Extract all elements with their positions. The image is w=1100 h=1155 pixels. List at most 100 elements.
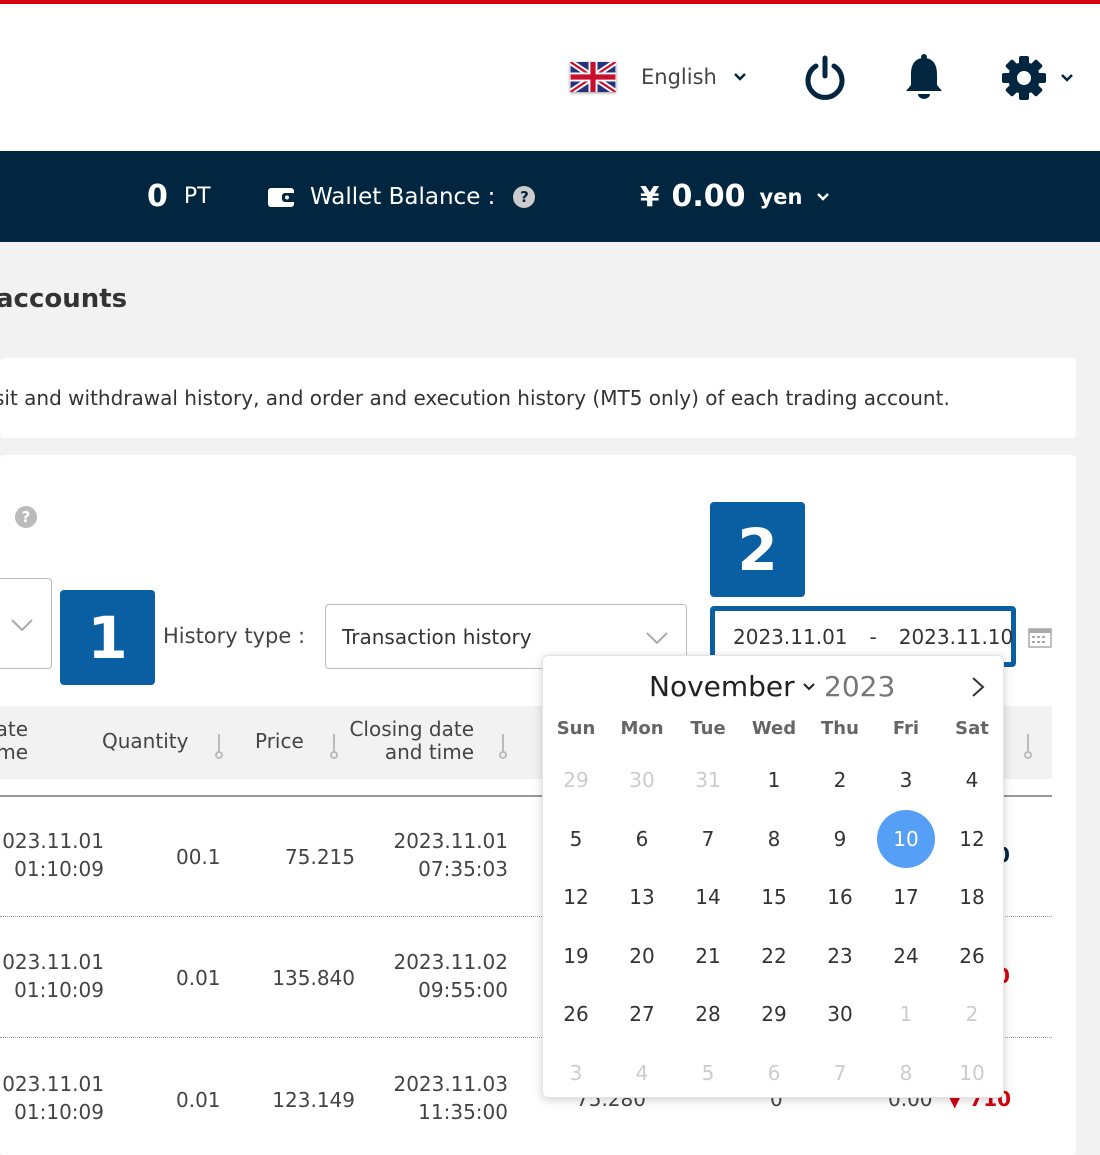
calendar-day[interactable]: 7 xyxy=(811,1044,869,1102)
calendar-day[interactable]: 31 xyxy=(679,751,737,809)
weekday-label: Wed xyxy=(751,718,797,739)
closing-date: 2023.11.03 xyxy=(393,1072,508,1096)
wallet-balance: Wallet Balance : ? xyxy=(268,151,536,242)
gear-icon xyxy=(1002,56,1046,100)
calendar-day[interactable]: 24 xyxy=(877,927,935,985)
cell-quantity: 0.01 xyxy=(176,966,221,990)
wallet-label: Wallet Balance : xyxy=(310,183,496,210)
power-icon[interactable] xyxy=(802,54,848,102)
cell-quantity: 0.01 xyxy=(176,1088,221,1112)
calendar-day[interactable]: 1 xyxy=(877,985,935,1043)
header-line: nd time xyxy=(0,740,28,764)
page-description: sit and withdrawal history, and order an… xyxy=(0,386,950,410)
calendar-day[interactable]: 12 xyxy=(547,868,605,926)
calendar-icon[interactable] xyxy=(1028,626,1052,648)
points-unit: PT xyxy=(183,184,211,209)
header-entry-date[interactable]: ry datend time xyxy=(0,718,28,764)
header: English xyxy=(0,4,1100,151)
sort-icon[interactable] xyxy=(499,734,507,760)
account-select[interactable] xyxy=(0,578,52,669)
header-price[interactable]: Price xyxy=(255,730,304,753)
calendar-day[interactable]: 10 xyxy=(943,1044,1001,1102)
calendar-day[interactable]: 19 xyxy=(547,927,605,985)
calendar-day[interactable]: 30 xyxy=(811,985,869,1043)
calendar-day[interactable]: 4 xyxy=(613,1044,671,1102)
calendar-day[interactable]: 3 xyxy=(877,751,935,809)
cell-price: 135.840 xyxy=(272,966,355,990)
calendar-day[interactable]: 4 xyxy=(943,751,1001,809)
cell-quantity: 00.1 xyxy=(176,845,221,869)
sort-icon[interactable] xyxy=(215,734,223,760)
cell-entry-datetime: 023.11.01 01:10:09 xyxy=(2,948,104,1004)
cell-price: 123.149 xyxy=(272,1088,355,1112)
calendar-day[interactable]: 26 xyxy=(547,985,605,1043)
month-label: November xyxy=(649,670,795,703)
header-closing-date[interactable]: Closing date and time xyxy=(349,718,474,764)
next-month-icon[interactable] xyxy=(971,676,985,698)
calendar-day[interactable]: 6 xyxy=(613,810,671,868)
calendar-day[interactable]: 6 xyxy=(745,1044,803,1102)
balance-unit: yen xyxy=(759,184,803,209)
sort-icon[interactable] xyxy=(330,734,338,760)
settings-menu[interactable] xyxy=(1000,54,1080,102)
calendar-day[interactable]: 1 xyxy=(745,751,803,809)
calendar-day[interactable]: 21 xyxy=(679,927,737,985)
calendar-day[interactable]: 13 xyxy=(613,868,671,926)
balance-selector[interactable]: ¥ 0.00 yen xyxy=(640,151,830,242)
weekday-label: Fri xyxy=(892,718,920,739)
closing-time: 11:35:00 xyxy=(418,1100,508,1124)
calendar-day[interactable]: 30 xyxy=(613,751,671,809)
cell-closing-datetime: 2023.11.01 07:35:03 xyxy=(393,827,508,883)
calendar-day[interactable]: 8 xyxy=(745,810,803,868)
calendar-day[interactable]: 29 xyxy=(745,985,803,1043)
calendar-day[interactable]: 20 xyxy=(613,927,671,985)
help-icon[interactable]: ? xyxy=(15,506,37,528)
entry-date: 023.11.01 xyxy=(2,829,104,853)
cell-closing-datetime: 2023.11.02 09:55:00 xyxy=(393,948,508,1004)
calendar-day[interactable]: 15 xyxy=(745,868,803,926)
entry-date: 023.11.01 xyxy=(2,950,104,974)
bell-icon[interactable] xyxy=(903,52,945,102)
calendar-day[interactable]: 28 xyxy=(679,985,737,1043)
help-icon[interactable]: ? xyxy=(513,185,536,208)
calendar-day[interactable]: 26 xyxy=(943,927,1001,985)
date-from: 2023.11.01 xyxy=(733,624,848,649)
calendar-day[interactable]: 5 xyxy=(547,810,605,868)
calendar-day[interactable]: 23 xyxy=(811,927,869,985)
calendar-day-selected[interactable]: 10 xyxy=(877,809,935,868)
calendar-day[interactable]: 29 xyxy=(547,751,605,809)
calendar-day[interactable]: 18 xyxy=(943,868,1001,926)
chevron-down-icon xyxy=(646,632,668,644)
points-value: 0 xyxy=(147,179,168,214)
language-selector[interactable]: English xyxy=(570,60,750,94)
cell-entry-datetime: 023.11.01 01:10:09 xyxy=(2,827,104,883)
weekday-label: Thu xyxy=(821,718,859,739)
calendar-day[interactable]: 22 xyxy=(745,927,803,985)
entry-date: 023.11.01 xyxy=(2,1072,104,1096)
calendar-day[interactable]: 2 xyxy=(811,751,869,809)
calendar-day[interactable]: 2 xyxy=(943,985,1001,1043)
month-select[interactable]: November xyxy=(649,670,815,703)
calendar-day[interactable]: 12 xyxy=(943,810,1001,868)
entry-time: 01:10:09 xyxy=(14,1100,104,1124)
weekday-label: Sun xyxy=(556,718,596,739)
weekday-label: Sat xyxy=(955,718,989,739)
calendar-day[interactable]: 7 xyxy=(679,810,737,868)
chevron-down-icon xyxy=(733,73,746,81)
sort-icon[interactable] xyxy=(1024,734,1032,760)
date-picker-popup: November 2023 Sun Mon Tue Wed Thu Fri Sat 29 30… xyxy=(542,655,1004,1098)
calendar-day[interactable]: 16 xyxy=(811,868,869,926)
calendar-day[interactable]: 5 xyxy=(679,1044,737,1102)
calendar-day[interactable]: 9 xyxy=(811,810,869,868)
cell-entry-datetime: 023.11.01 01:10:09 xyxy=(2,1070,104,1126)
calendar-day[interactable]: 14 xyxy=(679,868,737,926)
calendar-day[interactable]: 17 xyxy=(877,868,935,926)
header-quantity[interactable]: Quantity xyxy=(102,730,188,753)
weekday-label: Mon xyxy=(620,718,664,739)
calendar-day[interactable]: 8 xyxy=(877,1044,935,1102)
history-type-label: History type : xyxy=(163,624,306,648)
calendar-day[interactable]: 3 xyxy=(547,1044,605,1102)
year-input[interactable]: 2023 xyxy=(824,670,895,703)
language-label: English xyxy=(641,65,717,89)
calendar-day[interactable]: 27 xyxy=(613,985,671,1043)
